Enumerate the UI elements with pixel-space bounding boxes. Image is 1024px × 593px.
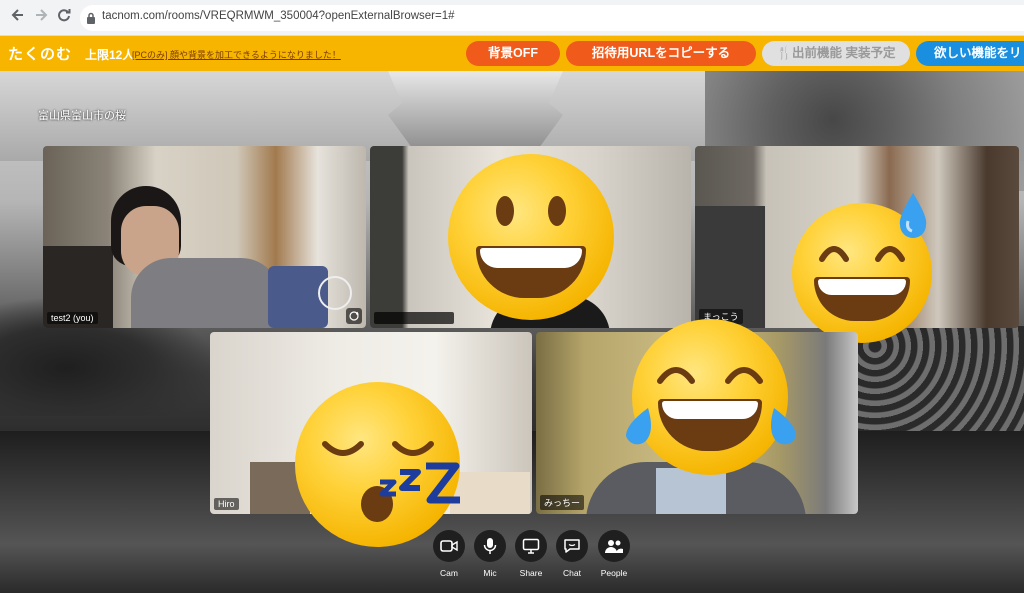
participant-name: test2 (you) (47, 312, 98, 324)
grinning-face-icon (448, 154, 614, 320)
background-caption: 富山県富山市の桜 (38, 110, 126, 122)
video-tile-self[interactable]: test2 (you) (43, 146, 366, 328)
participant-name: Hiro (214, 498, 239, 510)
grinning-face-with-sweat-icon (792, 193, 932, 343)
people-icon (598, 530, 630, 562)
chat-button[interactable]: Chat (554, 530, 590, 582)
feature-notice-link[interactable]: [PCのみ] 顔や背景を加工できるようになりました！ (132, 48, 341, 61)
person-shirt (656, 468, 726, 514)
people-label: People (600, 568, 628, 578)
tile-fan (318, 276, 352, 310)
reload-icon[interactable] (54, 8, 74, 28)
microphone-icon (474, 530, 506, 562)
camera-icon (433, 530, 465, 562)
app-header: たくのむ 上限12人 [PCのみ] 顔や背景を加工できるようになりました！ 背景… (0, 36, 1024, 71)
participant-name: みっちー (540, 495, 585, 510)
delivery-feature-button: 🍴出前機能 実装予定 (762, 41, 910, 66)
face-with-tears-of-joy-icon (632, 319, 788, 475)
screen-share-icon (515, 530, 547, 562)
participant-name (374, 312, 454, 324)
lock-icon (86, 11, 100, 25)
chat-bubble-icon (556, 530, 588, 562)
tear-right-icon (771, 408, 796, 445)
zzz-icon (379, 462, 460, 504)
person-body (131, 258, 281, 328)
browser-toolbar: tacnom.com/rooms/VREQRMWM_350004?openExt… (0, 0, 1024, 36)
url-text: tacnom.com/rooms/VREQRMWM_350004?openExt… (102, 10, 455, 22)
people-button[interactable]: People (596, 530, 632, 582)
copy-invite-url-button[interactable]: 招待用URLをコピーする (566, 41, 756, 66)
tear-left-icon (626, 408, 651, 445)
forward-arrow-icon[interactable] (31, 8, 51, 28)
participant-limit: 上限12人 (85, 48, 135, 62)
address-bar[interactable]: tacnom.com/rooms/VREQRMWM_350004?openExt… (80, 5, 1024, 31)
feature-request-button[interactable]: 欲しい機能をリ (916, 41, 1024, 66)
back-arrow-icon[interactable] (8, 8, 28, 28)
background-off-button[interactable]: 背景OFF (466, 41, 560, 66)
app-logo[interactable]: たくのむ (8, 43, 72, 64)
virtual-background: 富山県富山市の桜 test2 (you) まっこう Hiro みっちー (0, 71, 1024, 593)
background-castle (388, 71, 563, 151)
switch-camera-icon[interactable] (346, 308, 362, 324)
